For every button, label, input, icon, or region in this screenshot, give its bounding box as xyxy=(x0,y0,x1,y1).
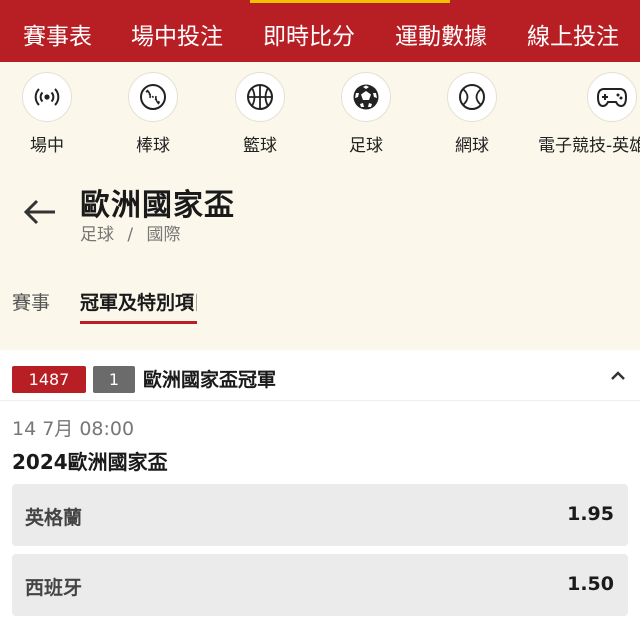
selection-row[interactable]: 西班牙 1.50 xyxy=(12,554,628,616)
sport-baseball[interactable]: 棒球 xyxy=(98,72,208,156)
sport-label: 籃球 xyxy=(243,136,277,156)
top-nav-bar: 賽事表 場中投注 即時比分 運動數據 線上投注 xyxy=(0,0,640,62)
page-title: 歐洲國家盃 xyxy=(80,188,235,223)
sport-soccer[interactable]: 足球 xyxy=(311,72,421,156)
nav-live-betting[interactable]: 場中投注 xyxy=(131,17,223,51)
nav-live-scores[interactable]: 即時比分 xyxy=(263,17,355,51)
tab-events[interactable]: 賽事 xyxy=(12,288,50,315)
nav-online-betting[interactable]: 線上投注 xyxy=(527,17,619,51)
breadcrumb-separator: / xyxy=(127,225,134,245)
sport-label: 場中 xyxy=(30,136,64,156)
active-indicator xyxy=(250,0,450,3)
nav-schedule[interactable]: 賽事表 xyxy=(23,17,92,51)
sport-esports[interactable]: 電子競技-英雄 xyxy=(530,72,640,156)
tab-outrights[interactable]: 冠軍及特別項目 xyxy=(80,288,197,324)
sport-basketball[interactable]: 籃球 xyxy=(205,72,315,156)
back-arrow-icon[interactable] xyxy=(22,196,58,232)
nav-sports-stats[interactable]: 運動數據 xyxy=(395,17,487,51)
market-header[interactable]: 1487 1 歐洲國家盃冠軍 xyxy=(0,350,640,401)
sport-live[interactable]: 場中 xyxy=(0,72,102,156)
breadcrumb-region[interactable]: 國際 xyxy=(147,225,181,245)
sport-label: 電子競技-英雄 xyxy=(538,136,640,156)
market-card: 1487 1 歐洲國家盃冠軍 14 7月 08:00 2024歐洲國家盃 英格蘭… xyxy=(0,350,640,630)
selection-team: 西班牙 xyxy=(25,577,83,599)
sport-label: 足球 xyxy=(349,136,383,156)
gamepad-icon xyxy=(587,72,637,122)
breadcrumb: 足球 / 國際 xyxy=(80,220,189,245)
selection-row[interactable]: 英格蘭 1.95 xyxy=(12,484,628,546)
baseball-icon xyxy=(128,72,178,122)
chevron-up-icon[interactable] xyxy=(607,368,629,388)
event-name: 2024歐洲國家盃 xyxy=(12,450,168,474)
basketball-icon xyxy=(235,72,285,122)
sport-label: 網球 xyxy=(455,136,489,156)
live-signal-icon xyxy=(22,72,72,122)
soccer-ball-icon xyxy=(341,72,391,122)
selection-price: 1.50 xyxy=(567,573,614,595)
market-index-badge: 1 xyxy=(93,366,135,393)
event-date: 14 7月 08:00 xyxy=(12,418,135,440)
market-count-badge: 1487 xyxy=(12,366,86,393)
breadcrumb-sport[interactable]: 足球 xyxy=(80,225,114,245)
selection-team: 英格蘭 xyxy=(25,507,83,529)
tennis-ball-icon xyxy=(447,72,497,122)
market-title: 歐洲國家盃冠軍 xyxy=(143,369,277,391)
sport-tennis[interactable]: 網球 xyxy=(417,72,527,156)
sport-label: 棒球 xyxy=(136,136,170,156)
selection-price: 1.95 xyxy=(567,503,614,525)
sports-menu: 場中 棒球 籃球 足球 網球 電子競技-英雄 xyxy=(0,62,640,162)
